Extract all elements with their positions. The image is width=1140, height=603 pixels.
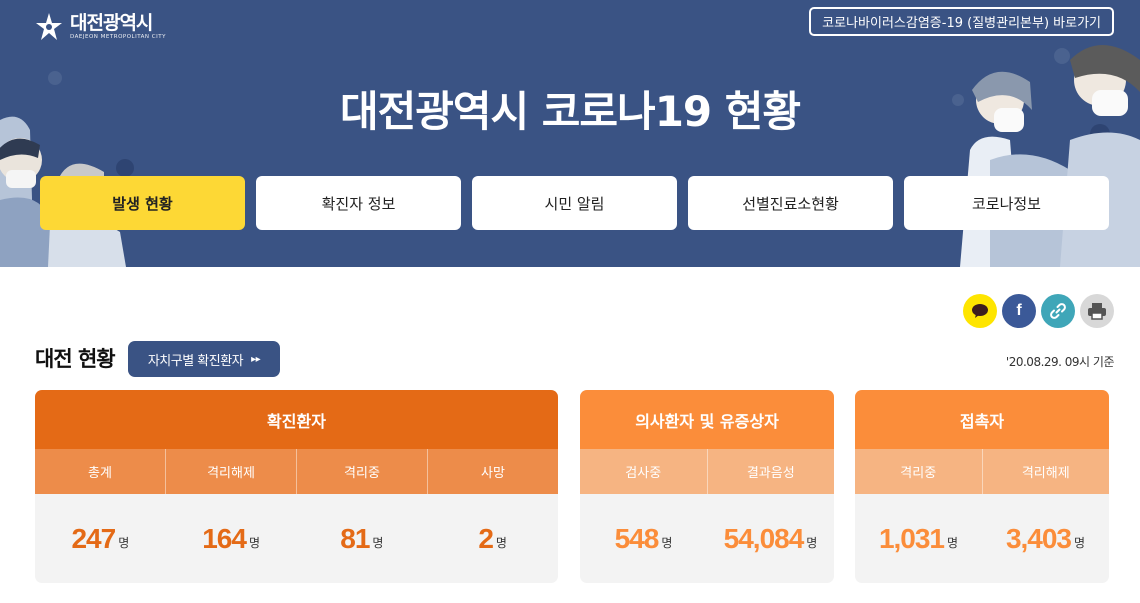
stat-number: 2 [478,522,494,554]
logo-name-kr: 대전광역시 [70,12,153,34]
confirmed-card-values: 247 명 164 명 81 명 2명 [35,494,558,583]
stat-unit: 명 [118,536,130,550]
suspected-card-title: 의사환자 및 유증상자 [580,390,834,449]
stat-unit: 명 [495,536,507,550]
stat-number: 247 [71,522,116,554]
value-released: 164 명 [166,494,297,583]
value-testing: 548 명 [580,494,707,583]
label-contacts-released: 격리해제 [981,449,1110,494]
label-total: 총계 [88,466,112,481]
logo-name-en: DAEJEON METROPOLITAN CITY [70,34,166,40]
header-banner: 대전광역시 DAEJEON METROPOLITAN CITY 코로나바이러스감… [0,0,1140,267]
district-confirmed-button-label: 자치구별 확진환자 [147,353,244,369]
double-arrow-icon: ▸▸ [251,353,261,365]
main-tabs: 발생 현황 확진자 정보 시민 알림 선별진료소현황 코로나정보 [40,176,1109,230]
tab-screening-clinics[interactable]: 선별진료소현황 [688,176,893,230]
city-emblem-icon [36,13,62,40]
share-buttons: f [963,294,1114,328]
stat-number: 1,031 [878,522,945,554]
label-contacts-isolated: 격리중 [900,466,937,481]
people-illustration-right [952,45,1140,267]
stat-unit: 명 [947,536,959,550]
kcdc-link-button[interactable]: 코로나바이러스감염증-19 (질병관리본부) 바로가기 [809,7,1114,36]
suspected-card-labels: 검사중 결과음성 [580,449,834,494]
suspected-card-values: 548 명 54,084 명 [580,494,834,583]
label-released: 격리해제 [165,449,296,494]
confirmed-card-labels: 총계 격리해제 격리중 사망 [35,449,558,494]
value-total: 247 명 [35,494,166,583]
tab-citizen-notice[interactable]: 시민 알림 [472,176,677,230]
confirmed-card-title: 확진환자 [35,390,558,449]
stat-number: 81 [340,522,370,554]
logo[interactable]: 대전광역시 DAEJEON METROPOLITAN CITY [34,12,166,42]
stat-unit: 명 [1074,536,1086,550]
contacts-card-labels: 격리중 격리해제 [855,449,1109,494]
tab-outbreak-status[interactable]: 발생 현황 [40,176,245,230]
stat-unit: 명 [806,536,818,550]
section-title: 대전 현황 [35,347,116,371]
facebook-icon[interactable]: f [1002,294,1036,328]
district-confirmed-button[interactable]: 자치구별 확진환자 ▸▸ [128,341,280,377]
stat-number: 3,403 [1005,522,1072,554]
tab-corona-info[interactable]: 코로나정보 [904,176,1109,230]
value-contacts-released: 3,403 명 [982,494,1109,583]
link-icon[interactable] [1041,294,1075,328]
contacts-card-title: 접촉자 [855,390,1109,449]
print-icon[interactable] [1080,294,1114,328]
page-title: 대전광역시 코로나19 현황 [339,87,801,136]
tab-confirmed-info[interactable]: 확진자 정보 [256,176,461,230]
confirmed-card: 확진환자 총계 격리해제 격리중 사망 247 명 164 명 81 명 2명 [35,390,558,583]
stat-number: 548 [614,522,660,554]
label-deaths: 사망 [427,449,558,494]
label-testing: 검사중 [625,466,662,481]
value-deaths: 2명 [427,494,558,583]
stat-unit: 명 [661,536,673,550]
stat-unit: 명 [372,536,384,550]
suspected-card: 의사환자 및 유증상자 검사중 결과음성 548 명 54,084 명 [580,390,834,583]
value-isolated: 81 명 [297,494,428,583]
label-negative: 결과음성 [706,449,835,494]
value-negative: 54,084 명 [707,494,834,583]
stat-number: 54,084 [723,522,805,554]
stat-unit: 명 [248,536,260,550]
kakao-icon[interactable] [963,294,997,328]
update-date: '20.08.29. 09시 기준 [1005,355,1115,369]
contacts-card-values: 1,031 명 3,403 명 [855,494,1109,583]
value-contacts-isolated: 1,031 명 [855,494,982,583]
contacts-card: 접촉자 격리중 격리해제 1,031 명 3,403 명 [855,390,1109,583]
stat-number: 164 [202,522,247,554]
label-isolated: 격리중 [296,449,427,494]
